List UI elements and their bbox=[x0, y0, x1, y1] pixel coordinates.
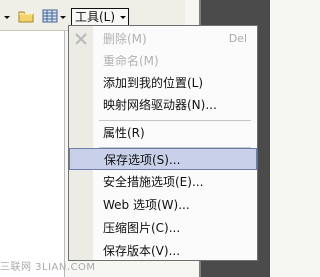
screen: 工具(L) 删除(M) Del 重命名(M) 添加到我的位置(L) 映射网络驱动… bbox=[0, 0, 270, 277]
menu-item-save-version[interactable]: 保存版本(V)... bbox=[69, 240, 257, 262]
menu-item-label: 属性(R) bbox=[103, 126, 145, 140]
chevron-down-icon bbox=[60, 16, 66, 19]
menu-item-label: 删除(M) bbox=[103, 32, 147, 46]
dropdown-arrow-button[interactable] bbox=[0, 8, 14, 26]
menu-item-rename[interactable]: 重命名(M) bbox=[69, 50, 257, 72]
tools-menu-label: 工具(L) bbox=[75, 10, 116, 24]
tools-menu-button[interactable]: 工具(L) bbox=[71, 8, 129, 26]
menu-item-label: Web 选项(W)... bbox=[103, 198, 190, 212]
menu-item-label: 重命名(M) bbox=[103, 54, 159, 68]
view-icon bbox=[42, 9, 58, 23]
menu-item-map-network-drive[interactable]: 映射网络驱动器(N)... bbox=[69, 94, 257, 116]
menu-item-shortcut: Del bbox=[228, 32, 247, 45]
chevron-down-icon bbox=[120, 16, 126, 19]
menu-item-add-to-my-places[interactable]: 添加到我的位置(L) bbox=[69, 72, 257, 94]
left-pane bbox=[0, 31, 65, 277]
menu-item-delete[interactable]: 删除(M) Del bbox=[69, 28, 257, 50]
menu-item-web-options[interactable]: Web 选项(W)... bbox=[69, 194, 257, 216]
chevron-down-icon bbox=[4, 16, 10, 19]
folder-button[interactable] bbox=[18, 8, 36, 26]
menu-item-label: 保存选项(S)... bbox=[104, 153, 181, 167]
menu-item-security-options[interactable]: 安全措施选项(E)... bbox=[69, 171, 257, 193]
delete-icon bbox=[75, 33, 87, 45]
menu-item-label: 保存版本(V)... bbox=[103, 244, 181, 258]
view-button[interactable] bbox=[42, 8, 66, 26]
menu-item-label: 压缩图片(C)... bbox=[103, 221, 181, 235]
folder-icon bbox=[18, 11, 34, 23]
menu-item-properties[interactable]: 属性(R) bbox=[69, 122, 257, 144]
menu-item-label: 添加到我的位置(L) bbox=[103, 76, 204, 90]
watermark: 三联网 3LIAN.COM bbox=[0, 262, 96, 273]
menu-item-label: 安全措施选项(E)... bbox=[103, 175, 204, 189]
menu-separator bbox=[99, 120, 251, 121]
menu-item-compress-pictures[interactable]: 压缩图片(C)... bbox=[69, 217, 257, 239]
menu-item-label: 映射网络驱动器(N)... bbox=[103, 98, 217, 112]
tools-dropdown-menu: 删除(M) Del 重命名(M) 添加到我的位置(L) 映射网络驱动器(N)..… bbox=[68, 25, 258, 261]
menu-item-save-options[interactable]: 保存选项(S)... bbox=[69, 148, 257, 170]
